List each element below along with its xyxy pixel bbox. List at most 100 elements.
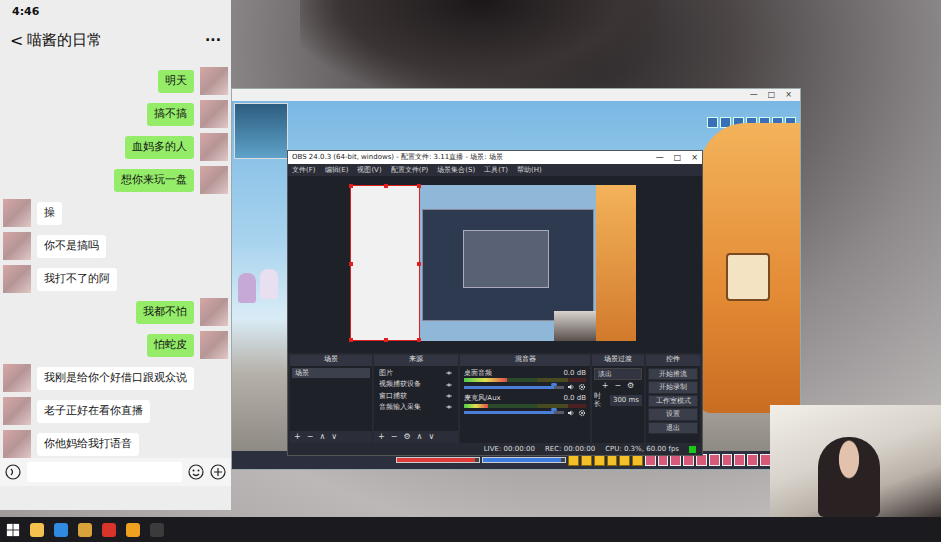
resize-handle[interactable]: [417, 262, 421, 266]
avatar[interactable]: [200, 67, 228, 95]
more-button[interactable]: ···: [205, 30, 221, 51]
edge-icon[interactable]: [54, 523, 68, 537]
avatar[interactable]: [3, 265, 31, 293]
dock-toolbar: +−⚙ ∧ ∨: [374, 431, 458, 443]
back-button[interactable]: <: [10, 33, 23, 49]
volume-knob[interactable]: [551, 383, 557, 386]
tool-button[interactable]: ∨: [428, 432, 434, 442]
source-item[interactable]: 视频捕获设备: [376, 379, 456, 389]
tool-button[interactable]: ⚙: [627, 381, 634, 391]
menu-item[interactable]: 帮助(H): [517, 166, 542, 174]
level-meter: [464, 404, 586, 408]
menu-icon[interactable]: [707, 117, 718, 128]
source-item[interactable]: 窗口捕获: [376, 391, 456, 401]
avatar[interactable]: [200, 100, 228, 128]
scene-label: 场景: [295, 369, 367, 377]
tool-button[interactable]: −: [307, 432, 314, 442]
message-row: 怕蛇皮: [3, 331, 228, 359]
control-button[interactable]: 工作室模式: [648, 395, 698, 407]
app-icon[interactable]: [78, 523, 92, 537]
avatar[interactable]: [3, 199, 31, 227]
gear-icon[interactable]: [578, 409, 586, 417]
resize-handle[interactable]: [384, 338, 388, 342]
skill-slot[interactable]: [760, 454, 771, 466]
tool-button[interactable]: −: [391, 432, 398, 442]
volume-slider[interactable]: [464, 411, 564, 414]
explorer-icon[interactable]: [30, 523, 44, 537]
menu-item[interactable]: 视图(V): [357, 166, 381, 174]
avatar[interactable]: [3, 232, 31, 260]
eye-icon[interactable]: [445, 393, 453, 399]
menu-bar: 文件(F) 编辑(E) 视图(V) 配置文件(P) 场景集合(S) 工具(T) 帮助(H): [288, 164, 702, 176]
plus-icon: [210, 464, 226, 480]
source-item[interactable]: 图片: [376, 368, 456, 378]
tool-button[interactable]: +: [294, 432, 301, 442]
avatar[interactable]: [200, 133, 228, 161]
channel-name: 桌面音频: [464, 369, 492, 377]
tool-button[interactable]: ∧: [417, 432, 423, 442]
volume-slider[interactable]: [464, 386, 564, 389]
channel-reading: 0.0 dB: [563, 394, 586, 402]
avatar[interactable]: [200, 331, 228, 359]
avatar[interactable]: [200, 166, 228, 194]
speaker-icon[interactable]: [567, 383, 575, 391]
menu-item[interactable]: 场景集合(S): [437, 166, 475, 174]
source-item[interactable]: 音频输入采集: [376, 402, 456, 412]
avatar[interactable]: [200, 298, 228, 326]
source-label: 窗口捕获: [379, 392, 442, 400]
skill-slot[interactable]: [709, 454, 720, 466]
chat-title: 喵酱的日常: [27, 29, 205, 52]
window-button[interactable]: ×: [785, 91, 792, 99]
window-button[interactable]: □: [674, 153, 682, 163]
windows-start-icon[interactable]: [6, 523, 20, 537]
eye-icon[interactable]: [445, 382, 453, 388]
tool-button[interactable]: ∨: [331, 432, 337, 442]
tool-button[interactable]: +: [602, 381, 609, 391]
menu-item[interactable]: 工具(T): [484, 166, 508, 174]
control-button[interactable]: 开始推流: [648, 368, 698, 380]
tool-button[interactable]: ⚙: [403, 432, 410, 442]
resize-handle[interactable]: [349, 338, 353, 342]
skill-slot[interactable]: [722, 454, 733, 466]
obs-icon[interactable]: [150, 523, 164, 537]
voice-icon: [5, 464, 21, 480]
avatar[interactable]: [3, 397, 31, 425]
skill-slot[interactable]: [734, 454, 745, 466]
duration-field[interactable]: 300 ms: [610, 395, 642, 405]
menu-item[interactable]: 编辑(E): [325, 166, 349, 174]
avatar[interactable]: [3, 364, 31, 392]
transition-select[interactable]: 淡出: [594, 368, 642, 380]
transition-tools: +−⚙: [594, 381, 642, 391]
resize-handle[interactable]: [349, 184, 353, 188]
skill-slot[interactable]: [747, 454, 758, 466]
resize-handle[interactable]: [417, 338, 421, 342]
control-button[interactable]: 开始录制: [648, 381, 698, 393]
menu-item[interactable]: 配置文件(P): [391, 166, 429, 174]
resize-handle[interactable]: [349, 262, 353, 266]
window-button[interactable]: ×: [691, 153, 698, 163]
eye-icon[interactable]: [445, 370, 453, 376]
window-button[interactable]: —: [656, 153, 664, 163]
game-icon[interactable]: [126, 523, 140, 537]
window-button[interactable]: □: [768, 91, 776, 99]
tool-button[interactable]: −: [614, 381, 621, 391]
gear-icon[interactable]: [578, 383, 586, 391]
volume-knob[interactable]: [551, 408, 557, 411]
phone-status-bar: 4:46: [0, 0, 231, 22]
netease-icon[interactable]: [102, 523, 116, 537]
preview: [288, 176, 702, 353]
resize-handle[interactable]: [417, 184, 421, 188]
window-button[interactable]: —: [750, 91, 758, 99]
control-button[interactable]: 退出: [648, 422, 698, 434]
control-button[interactable]: 设置: [648, 408, 698, 420]
tool-button[interactable]: +: [378, 432, 385, 442]
scene-item[interactable]: 场景: [292, 368, 370, 378]
message-field[interactable]: [27, 462, 182, 482]
menu-item[interactable]: 文件(F): [292, 166, 316, 174]
speaker-icon[interactable]: [567, 409, 575, 417]
avatar[interactable]: [3, 430, 31, 458]
eye-icon[interactable]: [445, 404, 453, 410]
tool-button[interactable]: ∧: [319, 432, 325, 442]
status-item: REC: 00:00:00: [545, 445, 595, 453]
resize-handle[interactable]: [384, 184, 388, 188]
